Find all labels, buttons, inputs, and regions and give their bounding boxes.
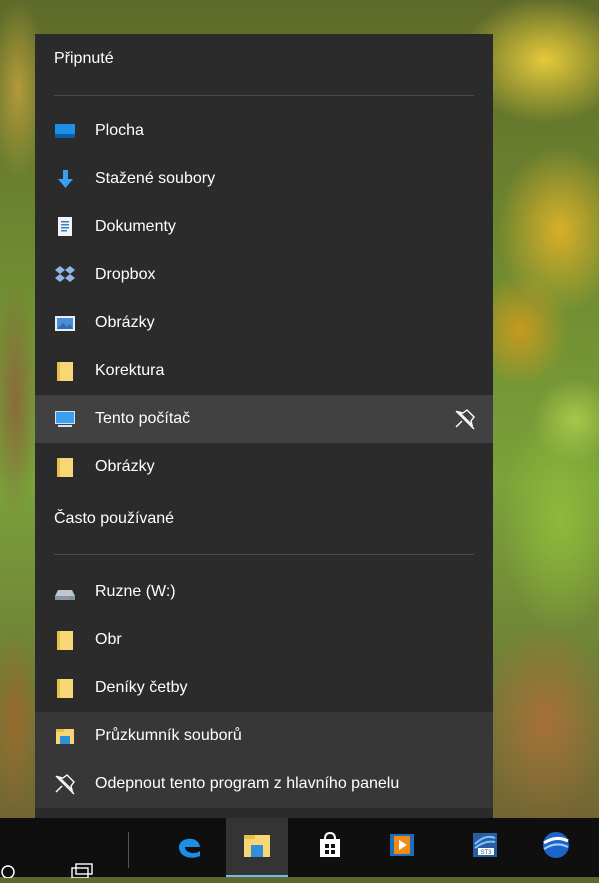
- store-icon: [317, 831, 343, 864]
- file-explorer-icon: [53, 724, 77, 748]
- divider: [54, 95, 474, 96]
- pinned-item-obrazky-folder[interactable]: Obrázky: [35, 443, 493, 491]
- folder-icon: [53, 359, 77, 383]
- edge-button[interactable]: [158, 818, 220, 877]
- pinned-header: Připnuté: [54, 50, 114, 67]
- pinned-item-obrazky[interactable]: Obrázky: [35, 299, 493, 347]
- pinned-item-label: Dokumenty: [95, 218, 176, 235]
- task-view-icon[interactable]: [66, 862, 96, 879]
- folder-icon: [53, 676, 77, 700]
- dropbox-icon: [53, 263, 77, 287]
- folder-icon: [53, 628, 77, 652]
- taskbar-separator: [128, 832, 129, 868]
- file-explorer-icon: [242, 831, 272, 864]
- st3-app-button[interactable]: ST3: [454, 818, 516, 877]
- unpin-item-label: Odepnout tento program z hlavního panelu: [95, 775, 400, 792]
- frequent-item-label: Obr: [95, 631, 122, 648]
- svg-text:ST3: ST3: [480, 850, 492, 856]
- pinned-item-korektura[interactable]: Korektura: [35, 347, 493, 395]
- divider: [54, 554, 474, 555]
- pinned-item-label: Obrázky: [95, 314, 155, 331]
- st3-app-icon: ST3: [470, 830, 500, 865]
- search-icon[interactable]: [0, 862, 16, 879]
- google-earth-button[interactable]: [525, 818, 587, 877]
- pinned-item-tento-pocitac[interactable]: Tento počítač: [35, 395, 493, 443]
- media-player-icon: [388, 831, 416, 864]
- computer-icon: [53, 407, 77, 431]
- open-file-explorer-item[interactable]: Průzkumník souborů: [35, 712, 493, 760]
- edge-icon: [173, 829, 205, 866]
- drive-icon: [53, 580, 77, 604]
- frequent-item-deniky-cetby[interactable]: Deníky četby: [35, 664, 493, 712]
- app-item-label: Průzkumník souborů: [95, 727, 242, 744]
- pinned-item-label: Dropbox: [95, 266, 156, 283]
- pinned-item-dropbox[interactable]: Dropbox: [35, 251, 493, 299]
- folder-icon: [53, 455, 77, 479]
- pinned-item-label: Korektura: [95, 362, 165, 379]
- unpin-from-taskbar-item[interactable]: Odepnout tento program z hlavního panelu: [35, 760, 493, 808]
- pinned-item-label: Stažené soubory: [95, 170, 216, 187]
- document-icon: [53, 215, 77, 239]
- file-explorer-taskbar-button[interactable]: [226, 818, 288, 877]
- frequent-header: Často používané: [54, 510, 175, 527]
- pinned-item-plocha[interactable]: Plocha: [35, 107, 493, 155]
- pinned-item-stazene-soubory[interactable]: Stažené soubory: [35, 155, 493, 203]
- frequent-item-obr[interactable]: Obr: [35, 616, 493, 664]
- pinned-item-label: Plocha: [95, 122, 144, 139]
- media-player-button[interactable]: [371, 818, 433, 877]
- pinned-item-dokumenty[interactable]: Dokumenty: [35, 203, 493, 251]
- store-button[interactable]: [299, 818, 361, 877]
- pictures-icon: [53, 311, 77, 335]
- google-earth-icon: [540, 829, 572, 866]
- frequent-item-ruzne[interactable]: Ruzne (W:): [35, 568, 493, 616]
- jump-list-menu: Připnuté Plocha Stažené soubory Dokument…: [35, 34, 493, 818]
- frequent-item-label: Ruzne (W:): [95, 583, 176, 600]
- unpin-icon: [53, 772, 77, 796]
- download-arrow-icon: [53, 167, 77, 191]
- taskbar: ST3: [0, 818, 599, 879]
- frequent-item-label: Deníky četby: [95, 679, 188, 696]
- unpin-from-list-icon[interactable]: [453, 407, 477, 431]
- pinned-item-label: Tento počítač: [95, 410, 191, 427]
- pinned-item-label: Obrázky: [95, 458, 155, 475]
- desktop-icon: [53, 119, 77, 143]
